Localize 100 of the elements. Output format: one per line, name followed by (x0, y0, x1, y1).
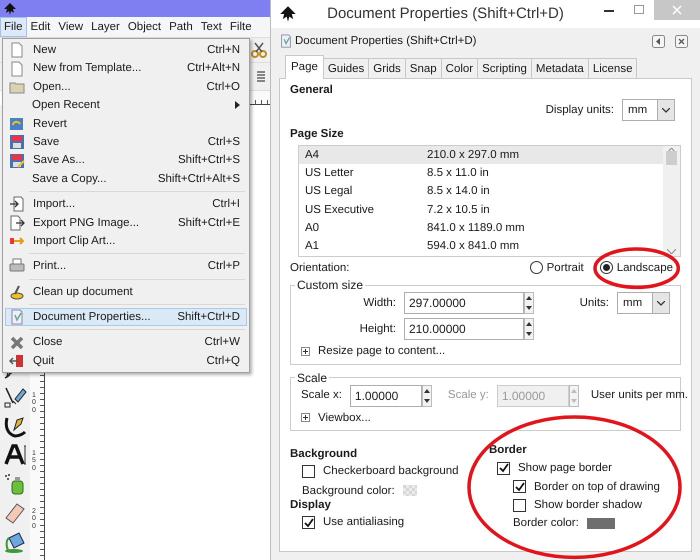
menu-item[interactable]: Print... Ctrl+P (5, 257, 247, 276)
menu-item[interactable]: Import... Ctrl+I (5, 195, 247, 214)
menu-item[interactable]: Quit Ctrl+Q (5, 352, 247, 370)
menu-bar-item[interactable]: Layer (87, 17, 124, 37)
panel-collapse-button[interactable] (652, 34, 665, 48)
list-row[interactable]: A0 841.0 x 1189.0 mm (299, 218, 663, 238)
menu-bar-item[interactable]: Object (124, 17, 166, 37)
list-row[interactable]: A4 210.0 x 297.0 mm (299, 146, 663, 164)
menu-bar-item[interactable]: Path (165, 17, 197, 37)
bezier-pen-icon[interactable] (3, 385, 27, 409)
scissors-icon[interactable] (251, 42, 267, 58)
radio-button[interactable] (530, 261, 543, 274)
spin-buttons (568, 384, 579, 406)
spin-buttons[interactable] (524, 292, 534, 314)
document-properties-icon (279, 34, 293, 48)
color-swatch[interactable] (402, 485, 417, 496)
field-label: Height: (358, 322, 396, 336)
menu-bar-item[interactable]: Edit (26, 17, 54, 37)
menu-item[interactable]: Close Ctrl+W (5, 333, 247, 352)
menu-item[interactable]: Open Recent (5, 96, 247, 115)
eraser-icon[interactable] (3, 501, 27, 525)
document-icon (9, 60, 25, 77)
scrollbar-thumb[interactable] (666, 150, 677, 165)
revert-icon (9, 116, 25, 132)
scroll-down-icon[interactable] (667, 248, 676, 254)
section-heading: Display (290, 498, 332, 512)
radio-button[interactable] (600, 261, 613, 274)
document-icon (9, 42, 25, 58)
submenu-arrow-icon (235, 101, 240, 110)
calligraphy-pen-icon[interactable] (3, 414, 27, 438)
printer-icon (9, 258, 25, 274)
field-label: Border color: (513, 516, 579, 531)
document-properties-icon (9, 309, 25, 326)
checkbox[interactable] (302, 464, 315, 478)
paint-bucket-icon[interactable] (3, 530, 27, 554)
window-title: Document Properties (Shift+Ctrl+D) (326, 4, 565, 24)
section-heading: General (290, 83, 334, 98)
app-logo-icon (3, 2, 17, 16)
section-heading: Page Size (290, 127, 345, 142)
import-icon (9, 196, 25, 212)
close-icon (9, 334, 25, 351)
display-units-dropdown[interactable]: mm (622, 99, 675, 122)
viewbox-expander[interactable]: Viewbox... (318, 410, 371, 425)
menu-bar-item[interactable]: View (54, 17, 88, 37)
tab[interactable]: Page (285, 55, 324, 79)
clean-up-icon (9, 284, 25, 300)
menu-item[interactable]: Save As... Shift+Ctrl+S (5, 151, 247, 170)
scrollbar[interactable] (663, 146, 680, 256)
field-label: Background color: (302, 484, 395, 498)
radio-label[interactable]: Landscape (616, 260, 673, 276)
checkbox-label: Border on top of drawing (534, 480, 660, 494)
menu-item[interactable]: New from Template... Ctrl+Alt+N (5, 59, 247, 78)
list-row[interactable]: US Legal 8.5 x 14.0 in (299, 182, 663, 201)
checkbox-label: Use antialiasing (323, 515, 404, 530)
menu-item[interactable]: Export PNG Image... Shift+Ctrl+E (5, 214, 247, 232)
spin-buttons[interactable] (524, 318, 534, 340)
scale-x-field[interactable]: 1.00000 (350, 384, 422, 406)
menu-bar-item[interactable]: File (0, 17, 27, 37)
menu-item[interactable]: Save a Copy... Shift+Ctrl+Alt+S (5, 170, 247, 188)
units-dropdown[interactable]: mm (617, 292, 670, 314)
expander-icon[interactable] (301, 346, 310, 356)
spin-buttons[interactable] (422, 384, 432, 406)
align-icon[interactable] (256, 70, 266, 84)
resize-page-expander[interactable]: Resize page to content... (318, 344, 446, 358)
tab[interactable]: License (588, 58, 638, 79)
menu-item[interactable]: Open... Ctrl+O (5, 78, 247, 96)
field-label: Scale x: (301, 388, 342, 403)
menu-item[interactable]: Save Ctrl+S (5, 132, 247, 152)
checkbox[interactable] (497, 462, 510, 475)
panel-title: Document Properties (Shift+Ctrl+D) (295, 34, 478, 48)
menu-item[interactable]: New Ctrl+N (5, 41, 247, 60)
field-label: Units: (580, 296, 609, 310)
expander-icon[interactable] (301, 413, 310, 422)
list-row[interactable]: US Executive 7.2 x 10.5 in (299, 200, 663, 219)
close-icon (675, 34, 688, 48)
menu-item[interactable]: Document Properties... Shift+Ctrl+D (5, 308, 247, 326)
checkbox[interactable] (513, 480, 526, 494)
text-tool-icon[interactable] (3, 443, 27, 467)
checkbox[interactable] (513, 498, 526, 512)
color-swatch[interactable] (586, 518, 615, 530)
menu-bar-item[interactable]: Filte (226, 17, 256, 37)
group-label: Custom size (296, 278, 364, 292)
checkbox[interactable] (302, 516, 315, 530)
section-heading: Background (290, 446, 358, 462)
radio-label[interactable]: Portrait (546, 260, 584, 276)
scroll-up-icon[interactable] (667, 148, 676, 153)
width-field[interactable]: 297.00000 (404, 292, 524, 314)
list-row[interactable]: US Letter 8.5 x 11.0 in (299, 164, 663, 182)
close-icon (672, 5, 682, 15)
checkbox-label: Show border shadow (534, 498, 642, 512)
menu-item[interactable]: Revert (5, 114, 247, 133)
field-label: Display units: (546, 103, 614, 118)
field-label: Width: (362, 296, 396, 310)
menu-item[interactable]: Clean up document (5, 282, 247, 302)
panel-close-button[interactable] (675, 34, 688, 48)
menu-item[interactable]: Import Clip Art... (5, 232, 247, 250)
height-field[interactable]: 210.00000 (404, 318, 524, 340)
units-note: User units per mm. (590, 388, 688, 403)
list-row[interactable]: A1 594.0 x 841.0 mm (299, 237, 663, 256)
menu-bar-item[interactable]: Text (196, 17, 226, 37)
